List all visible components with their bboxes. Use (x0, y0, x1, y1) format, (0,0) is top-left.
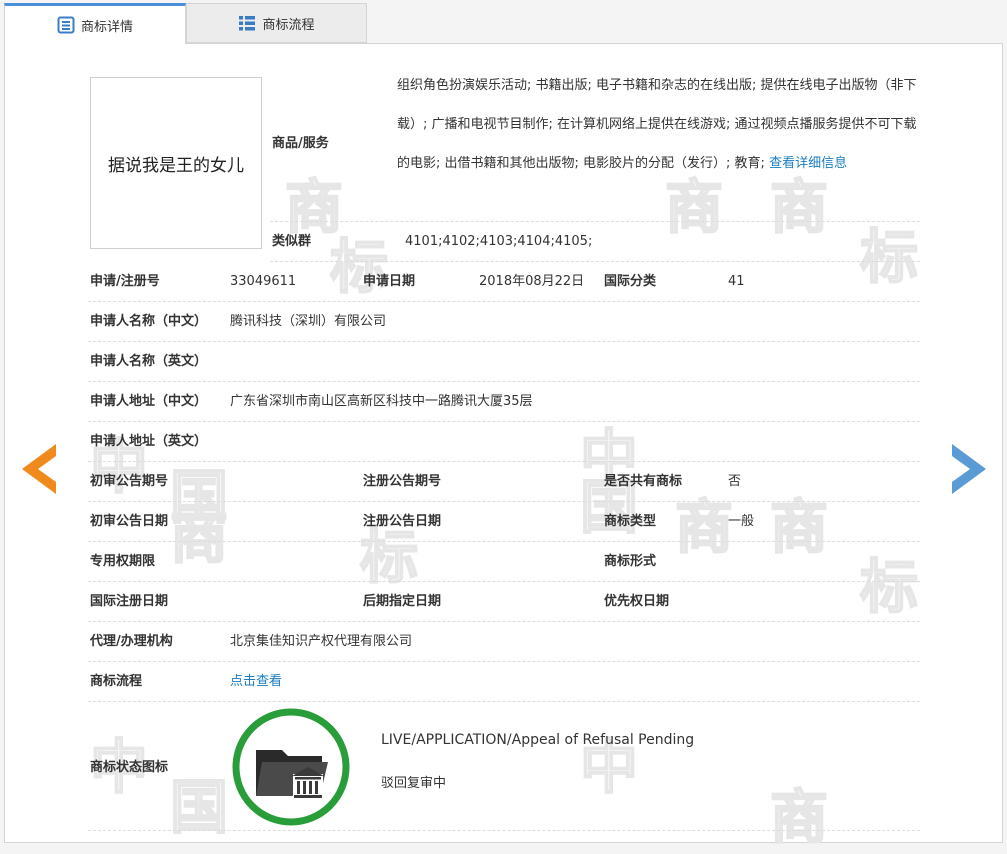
chevron-right-icon (952, 444, 986, 494)
applicant-addr-en-row: 申请人地址（英文） (88, 422, 920, 462)
document-list-icon (57, 16, 75, 34)
applicant-name-en-label: 申请人名称（英文） (90, 354, 208, 369)
shared-value: 否 (728, 474, 742, 489)
prev-arrow-button[interactable] (22, 444, 56, 494)
goods-label: 商品/服务 (272, 136, 329, 151)
list-icon (238, 14, 256, 32)
tm-type-value: 一般 (728, 514, 755, 529)
prelim-no-label: 初审公告期号 (90, 474, 169, 489)
intl-class-value: 41 (728, 274, 745, 289)
agency-label: 代理/办理机构 (90, 634, 173, 649)
agency-row: 代理/办理机构 北京集佳知识产权代理有限公司 (88, 622, 920, 662)
applicant-name-en-row: 申请人名称（英文） (88, 342, 920, 382)
applicant-addr-cn-label: 申请人地址（中文） (90, 394, 208, 409)
priority-label: 优先权日期 (604, 594, 670, 609)
next-arrow-button[interactable] (952, 444, 986, 494)
tab-trademark-detail[interactable]: 商标详情 (4, 3, 186, 44)
announcement-no-row: 初审公告期号 注册公告期号 是否共有商标 否 (88, 462, 920, 502)
reg-announce-no-label: 注册公告期号 (363, 474, 442, 489)
applicant-addr-cn-row: 申请人地址（中文） 广东省深圳市南山区高新区科技中一路腾讯大厦35层 (88, 382, 920, 422)
applicant-addr-cn-value: 广东省深圳市南山区高新区科技中一路腾讯大厦35层 (230, 394, 533, 409)
goods-services-text: 组织角色扮演娱乐活动; 书籍出版; 电子书籍和杂志的在线出版; 提供在线电子出版… (397, 66, 924, 183)
intl-class-label: 国际分类 (604, 274, 657, 289)
trademark-image-text: 据说我是王的女儿 (108, 155, 244, 176)
agency-value: 北京集佳知识产权代理有限公司 (230, 634, 413, 649)
trademark-image: 据说我是王的女儿 (90, 77, 262, 249)
applicant-name-cn-label: 申请人名称（中文） (90, 314, 208, 329)
similar-group-value: 4101;4102;4103;4104;4105; (405, 234, 593, 249)
apply-date-label: 申请日期 (363, 274, 416, 289)
process-row: 商标流程 点击查看 (88, 662, 920, 702)
status-chinese: 驳回复审中 (381, 776, 447, 791)
registration-row: 申请/注册号 33049611 申请日期 2018年08月22日 国际分类 41 (88, 262, 920, 302)
reg-no-label: 申请/注册号 (90, 274, 160, 289)
similar-group-label: 类似群 (272, 234, 312, 249)
similar-group-row: 类似群 4101;4102;4103;4104;4105; (270, 222, 920, 262)
shared-label: 是否共有商标 (604, 474, 683, 489)
reg-date-label: 注册公告日期 (363, 514, 442, 529)
intl-reg-label: 国际注册日期 (90, 594, 169, 609)
tab-label: 商标详情 (80, 19, 133, 35)
status-english: LIVE/APPLICATION/Appeal of Refusal Pendi… (381, 732, 695, 748)
tab-label: 商标流程 (262, 17, 315, 33)
tm-form-label: 商标形式 (604, 554, 657, 569)
apply-date-value: 2018年08月22日 (479, 274, 585, 289)
chevron-left-icon (22, 444, 56, 494)
applicant-addr-en-label: 申请人地址（英文） (90, 434, 208, 449)
tm-type-label: 商标类型 (604, 514, 657, 529)
applicant-name-cn-value: 腾讯科技（深圳）有限公司 (230, 314, 387, 329)
announcement-date-row: 初审公告日期 注册公告日期 商标类型 一般 (88, 502, 920, 542)
exclusive-row: 专用权期限 商标形式 (88, 542, 920, 582)
reg-no-value: 33049611 (230, 274, 297, 289)
exclusive-label: 专用权期限 (90, 554, 156, 569)
folder-courthouse-icon (230, 706, 352, 828)
later-date-label: 后期指定日期 (363, 594, 442, 609)
process-label: 商标流程 (90, 674, 143, 689)
dates-row: 国际注册日期 后期指定日期 优先权日期 (88, 582, 920, 622)
tab-trademark-process[interactable]: 商标流程 (186, 3, 367, 43)
divider (88, 830, 920, 831)
view-details-link[interactable]: 查看详细信息 (769, 156, 847, 171)
view-process-link[interactable]: 点击查看 (230, 662, 282, 702)
status-label: 商标状态图标 (90, 760, 169, 775)
applicant-name-cn-row: 申请人名称（中文） 腾讯科技（深圳）有限公司 (88, 302, 920, 342)
prelim-date-label: 初审公告日期 (90, 514, 169, 529)
